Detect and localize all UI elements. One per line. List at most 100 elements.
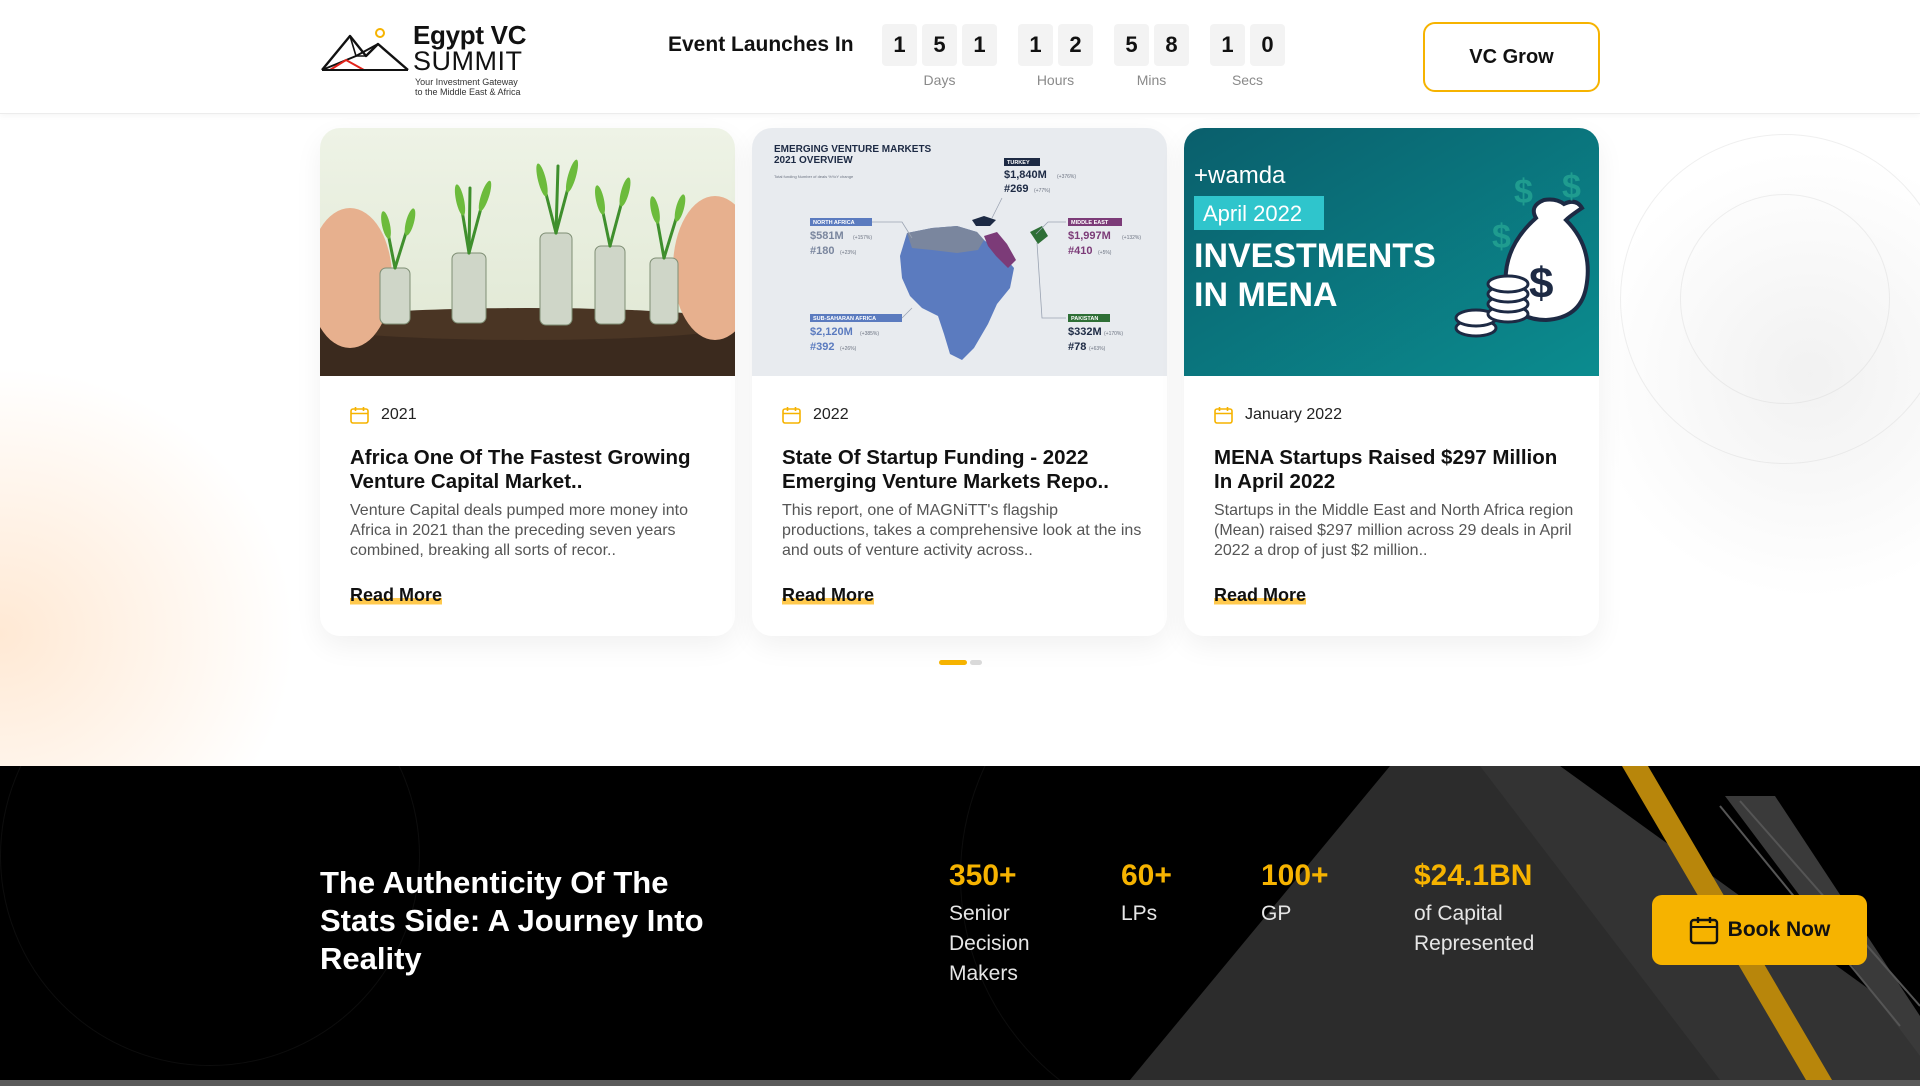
countdown-digit: 0 [1250, 24, 1285, 66]
map-label-turkey: TURKEY [1007, 160, 1030, 166]
map-deals-north-africa: #180 [810, 245, 834, 257]
stats-headline: The Authenticity Of The Stats Side: A Jo… [320, 865, 704, 976]
article-date-text: 2021 [381, 406, 417, 423]
map-heading1: EMERGING VENTURE MARKETS [774, 144, 932, 155]
countdown-unit-mins: Mins [1136, 72, 1167, 88]
countdown-unit-secs: Secs [1231, 72, 1264, 88]
stats-section: The Authenticity Of The Stats Side: A Jo… [0, 766, 1920, 1080]
countdown-hours: 1 2 Hours [1018, 24, 1096, 92]
article-excerpt: This report, one of MAGNiTT's flagship p… [782, 502, 1142, 559]
svg-text:$: $ [1529, 259, 1553, 308]
countdown-unit-hours: Hours [1036, 72, 1075, 88]
map-deals-turkey: #269 [1004, 183, 1028, 195]
map-value-north-africa: $581M [810, 230, 844, 242]
map-deals-change-north-africa: (+23%) [840, 250, 857, 256]
map-value-sub-saharan: $2,120M [810, 326, 853, 338]
decorative-circle [1680, 194, 1890, 404]
countdown-digit: 5 [922, 24, 957, 66]
read-more-link[interactable]: Read More [1214, 585, 1307, 606]
countdown-digit: 2 [1058, 24, 1093, 66]
map-deals-middle-east: #410 [1068, 245, 1092, 257]
map-change-middle-east: (+132%) [1122, 235, 1141, 241]
map-deals-sub-saharan: #392 [810, 341, 834, 353]
map-label-middle-east: MIDDLE EAST [1071, 220, 1109, 226]
logo-title-line2: SUMMIT [413, 46, 523, 76]
map-label-north-africa: NORTH AFRICA [813, 220, 855, 226]
map-deals-change-sub-saharan: (+26%) [840, 346, 857, 352]
map-value-pakistan: $332M [1068, 326, 1102, 338]
article-title[interactable]: Africa One Of The Fastest Growing Ventur… [350, 446, 710, 494]
svg-text:$: $ [1492, 218, 1511, 256]
map-deals-change-turkey: (+77%) [1034, 188, 1051, 194]
carousel-dot-active[interactable] [939, 660, 967, 665]
countdown-digit: 5 [1114, 24, 1149, 66]
stat-value: $24.1BN [1414, 859, 1533, 892]
map-change-sub-saharan: (+385%) [860, 331, 879, 337]
article-date-text: 2022 [813, 406, 849, 423]
stat-value: 60+ [1121, 859, 1172, 892]
stat-value: 100+ [1261, 859, 1329, 892]
read-more-link[interactable]: Read More [350, 585, 443, 606]
stat-label: of Capital Represented [1414, 902, 1535, 955]
book-now-button[interactable]: Book Now [1652, 895, 1867, 965]
stat-value: 350+ [949, 859, 1017, 892]
book-now-label: Book Now [1727, 918, 1831, 941]
svg-text:$: $ [1514, 173, 1533, 211]
logo-tagline-line1: Your Investment Gateway [415, 77, 518, 87]
map-label-sub-saharan: SUB-SAHARAN AFRICA [813, 316, 876, 322]
stat-label: Senior Decision Makers [949, 902, 1030, 985]
article-card[interactable]: EMERGING VENTURE MARKETS 2021 OVERVIEW T… [752, 128, 1167, 636]
countdown-label: Event Launches In [668, 33, 854, 56]
calendar-icon [1689, 917, 1718, 945]
countdown-digit: 1 [1210, 24, 1245, 66]
stat-label: GP [1261, 902, 1292, 925]
map-change-turkey: (+376%) [1057, 174, 1076, 180]
countdown-digit: 1 [962, 24, 997, 66]
map-deals-change-middle-east: (+5%) [1098, 250, 1112, 256]
egypt-vc-summit-logo[interactable]: Egypt VC SUMMIT Your Investment Gateway … [320, 20, 535, 98]
wamda-badge: April 2022 [1203, 201, 1302, 226]
article-date: January 2022 [1214, 406, 1342, 424]
article-title[interactable]: State Of Startup Funding - 2022 Emerging… [782, 446, 1142, 494]
article-date: 2022 [782, 406, 849, 424]
article-date: 2021 [350, 406, 417, 424]
calendar-icon [350, 407, 369, 424]
article-image-money-plants [320, 128, 735, 376]
map-value-middle-east: $1,997M [1068, 230, 1111, 242]
stat-label: LPs [1121, 902, 1158, 925]
wamda-brand: +wamda [1194, 162, 1286, 189]
map-heading2: 2021 OVERVIEW [774, 155, 853, 166]
wamda-headline2: IN MENA [1194, 276, 1338, 314]
map-value-turkey: $1,840M [1004, 169, 1047, 181]
countdown-unit-days: Days [923, 72, 956, 88]
countdown-digit: 8 [1154, 24, 1189, 66]
article-excerpt: Startups in the Middle East and North Af… [1214, 502, 1574, 559]
countdown-days: 1 5 1 Days [882, 24, 1000, 92]
map-change-north-africa: (+157%) [853, 235, 872, 241]
countdown-secs: 1 0 Secs [1210, 24, 1288, 92]
mountain-logo-icon [321, 28, 409, 71]
logo-tagline-line2: to the Middle East & Africa [415, 87, 521, 97]
article-image-emerging-markets-map: EMERGING VENTURE MARKETS 2021 OVERVIEW T… [752, 128, 1167, 376]
read-more-link[interactable]: Read More [782, 585, 875, 606]
map-deals-change-pakistan: (+63%) [1089, 346, 1106, 352]
article-card[interactable]: +wamda April 2022 INVESTMENTS IN MENA $ … [1184, 128, 1599, 636]
map-change-pakistan: (+170%) [1104, 331, 1123, 337]
countdown-mins: 5 8 Mins [1114, 24, 1192, 92]
map-label-pakistan: PAKISTAN [1071, 316, 1098, 322]
calendar-icon [1214, 407, 1233, 424]
vc-grow-button[interactable]: VC Grow [1423, 22, 1600, 92]
countdown-digit: 1 [1018, 24, 1053, 66]
countdown-digit: 1 [882, 24, 917, 66]
map-legend: Total funding Number of deals %YoY chang… [774, 174, 854, 179]
article-image-wamda-investments: +wamda April 2022 INVESTMENTS IN MENA $ … [1184, 128, 1599, 376]
svg-text:$: $ [1562, 168, 1581, 206]
article-card[interactable]: 2021 Africa One Of The Fastest Growing V… [320, 128, 735, 636]
carousel-dot[interactable] [970, 660, 982, 665]
article-date-text: January 2022 [1245, 406, 1342, 423]
wamda-headline1: INVESTMENTS [1194, 237, 1436, 275]
map-deals-pakistan: #78 [1068, 341, 1086, 353]
footer-edge [0, 1080, 1920, 1086]
site-header: Egypt VC SUMMIT Your Investment Gateway … [0, 0, 1920, 114]
article-title[interactable]: MENA Startups Raised $297 Million In Apr… [1214, 446, 1574, 494]
